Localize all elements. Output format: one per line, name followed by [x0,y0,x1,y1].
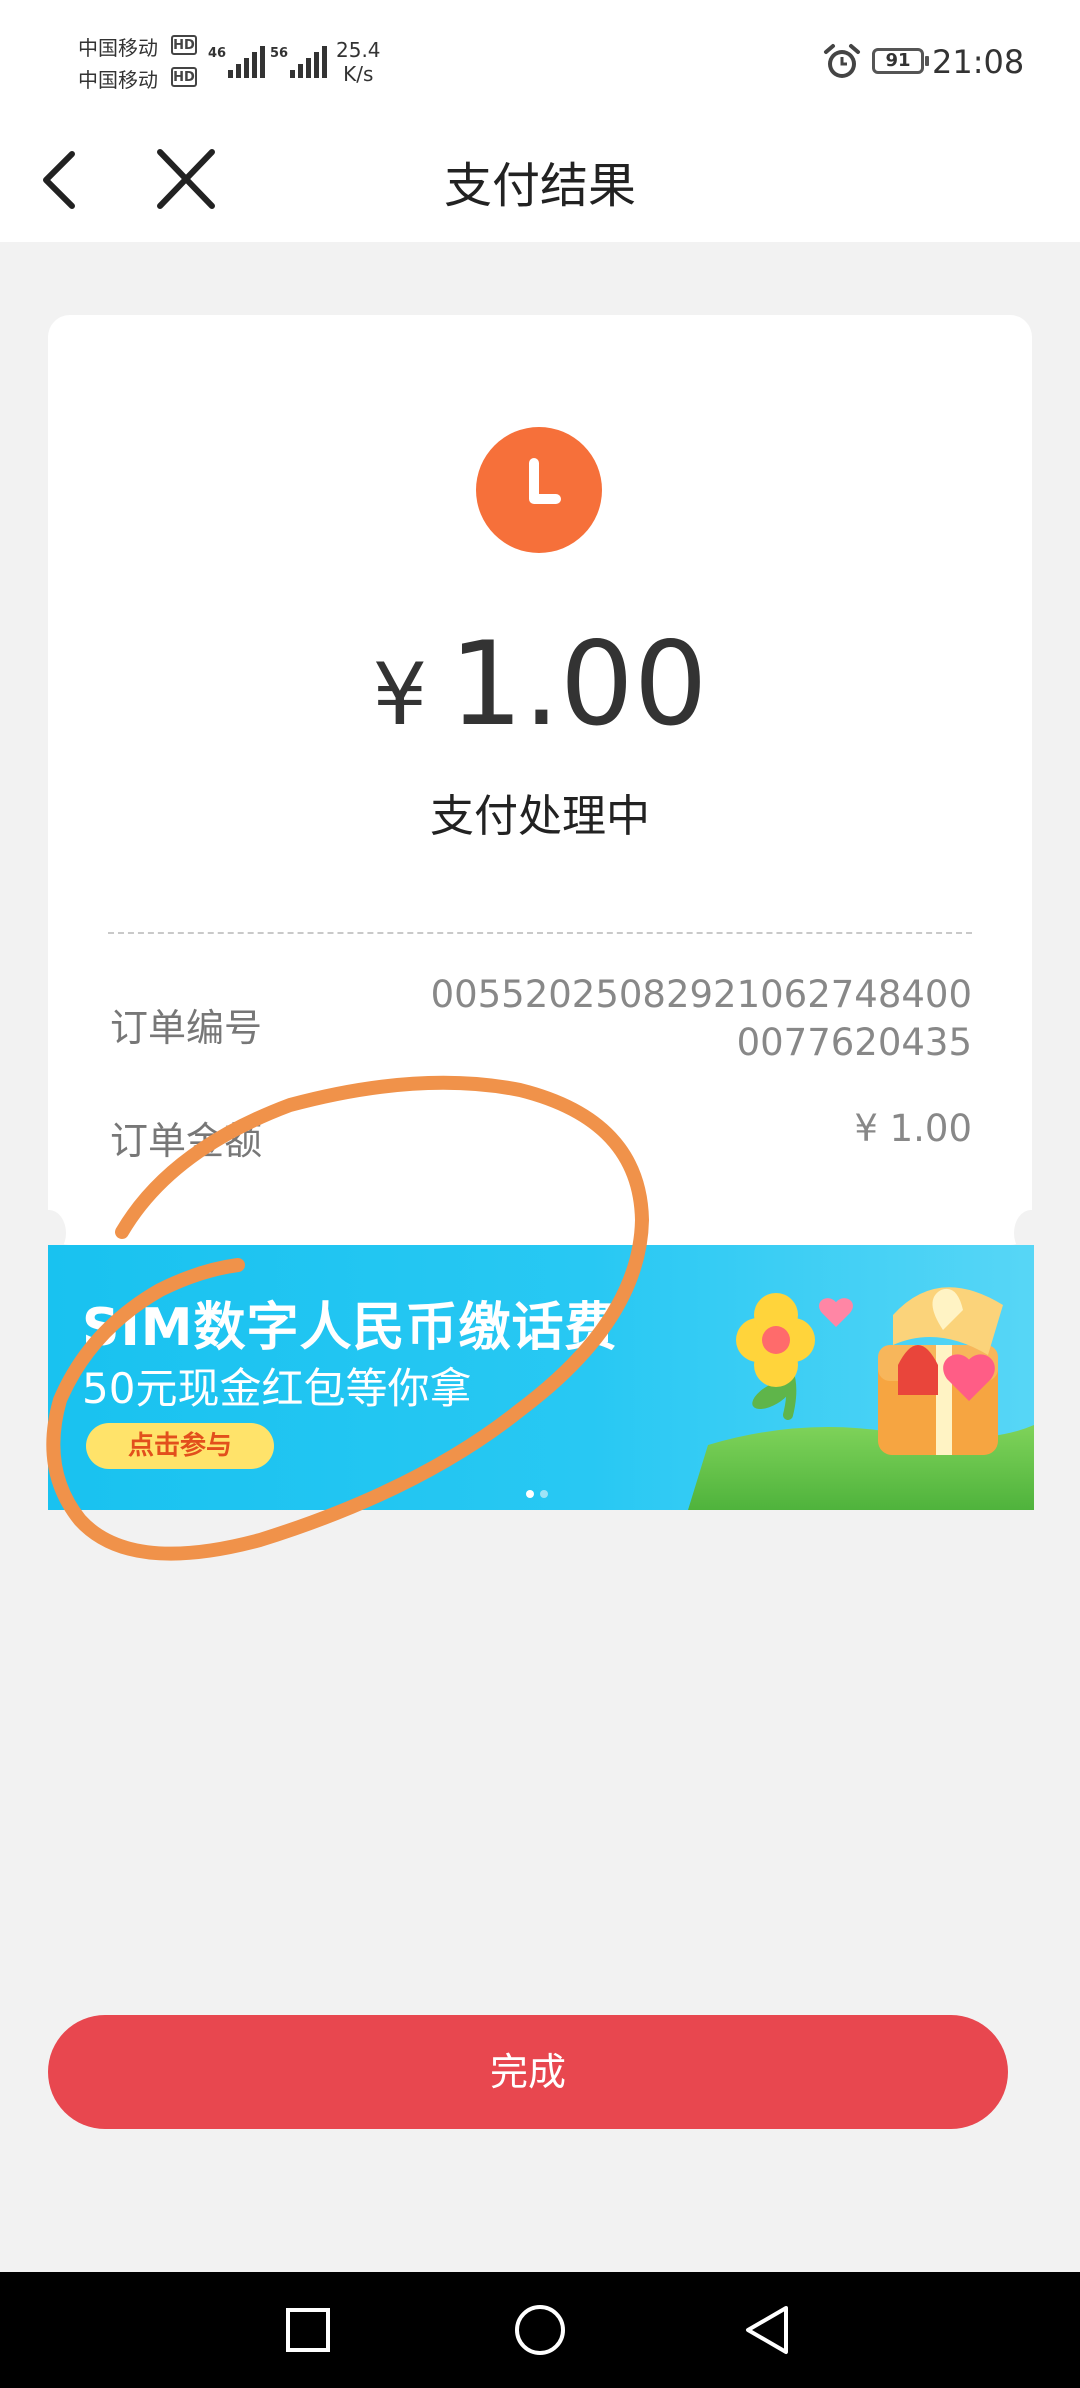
order-number-label: 订单编号 [110,1006,263,1050]
carrier-name-2: 中国移动 [78,68,158,92]
order-number-line-1: 00552025082921062748400 [430,973,972,1016]
carousel-dots [526,1483,554,1502]
page-title: 支付结果 [443,158,636,214]
banner-join-button[interactable]: 点击参与 [86,1423,274,1469]
payment-result-card: ¥1.00 支付处理中 订单编号 00552025082921062748400… [48,315,1032,1245]
network-speed-unit: K/s [343,62,374,86]
back-nav-icon[interactable] [746,2306,788,2354]
promo-banner[interactable]: SIM数字人民币缴话费 50元现金红包等你拿 点击参与 [48,1245,1034,1510]
alarm-clock-icon [824,44,860,78]
banner-title: SIM数字人民币缴话费 [82,1298,618,1358]
carousel-dot [540,1490,548,1498]
currency-symbol: ¥ [372,645,428,745]
battery-level: 91 [885,50,911,71]
network-type-2: 56 [270,46,289,61]
carousel-dot-active [526,1490,534,1498]
network-speed: 25.4 K/s [336,38,381,86]
pending-clock-icon [476,427,602,553]
order-number-line-2: 0077620435 [736,1021,972,1064]
order-amount-label: 订单金额 [110,1119,263,1163]
recent-apps-icon[interactable] [286,2308,330,2352]
system-navigation-bar [0,2272,1080,2388]
navigation-bar: 支付结果 [0,130,1080,242]
carrier-name-1: 中国移动 [78,36,158,60]
order-amount-value: ¥ 1.00 [854,1107,972,1150]
gift-box-illustration [688,1287,1034,1510]
battery-icon: 91 [872,48,929,74]
banner-subtitle: 50元现金红包等你拿 [82,1364,472,1413]
dashed-divider [108,932,972,934]
clock-time: 21:08 [932,43,1025,81]
status-bar: 中国移动 HD 中国移动 HD 46 56 25.4 K/s 91 21:08 [0,0,1080,130]
order-number-value: 00552025082921062748400 0077620435 [431,971,972,1067]
hd-badge-1: HD [171,35,197,55]
network-speed-value: 25.4 [336,38,381,62]
payment-amount: ¥1.00 [48,620,1032,760]
network-type-1: 46 [208,46,227,61]
payment-status-text: 支付处理中 [430,791,650,842]
done-button[interactable]: 完成 [48,2015,1008,2129]
hd-badge-2: HD [171,67,197,87]
home-icon[interactable] [515,2305,565,2355]
amount-value: 1.00 [449,617,708,752]
